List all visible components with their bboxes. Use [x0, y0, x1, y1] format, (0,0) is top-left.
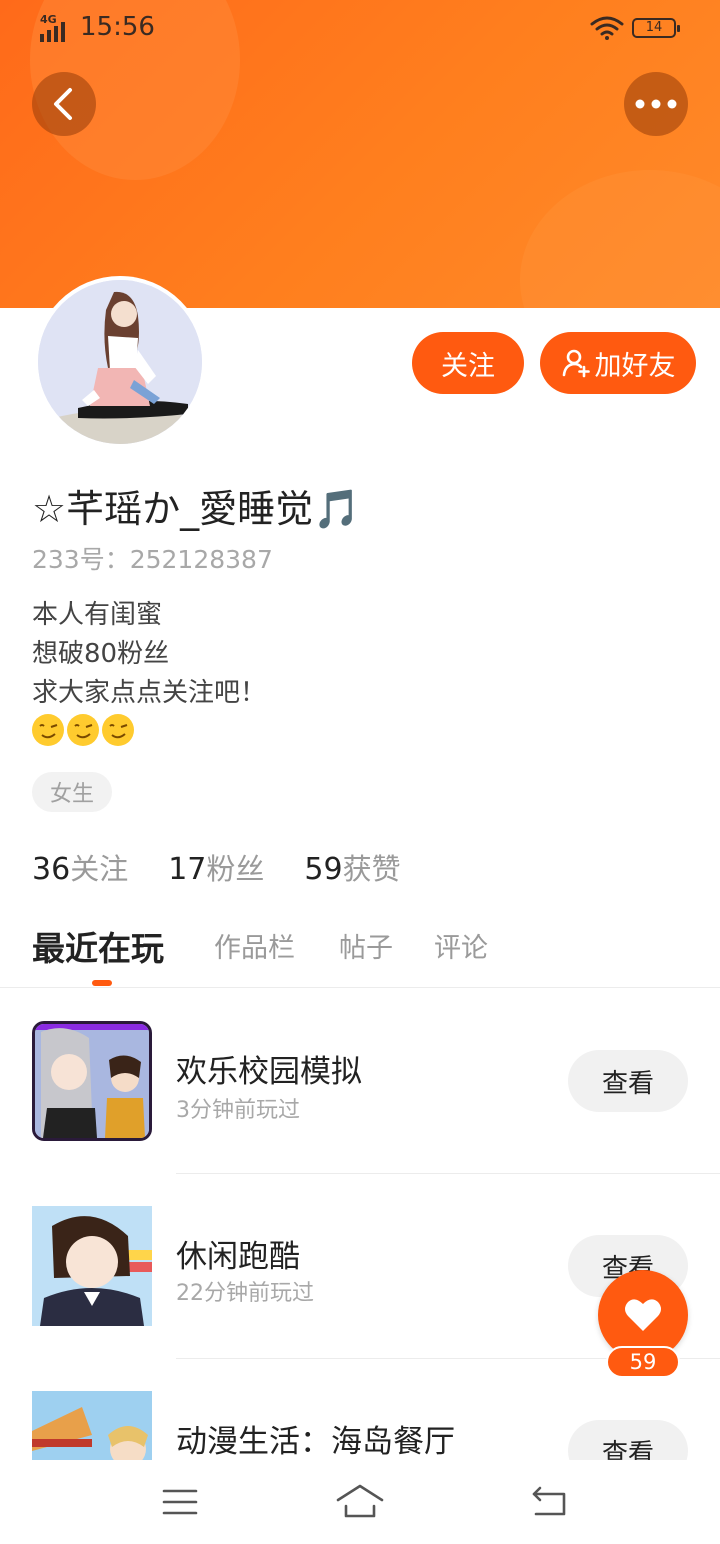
game-thumbnail [32, 1391, 152, 1460]
follow-button[interactable]: 关注 [412, 332, 524, 394]
gender-tag: 女生 [32, 772, 112, 812]
game-played-time: 22分钟前玩过 [176, 1281, 314, 1306]
heart-icon [625, 1299, 661, 1331]
game-thumbnail [32, 1206, 152, 1326]
tab-comments[interactable]: 评论 [434, 926, 488, 965]
following-stat[interactable]: 36关注 [32, 846, 128, 888]
emoji-row [32, 714, 134, 748]
stat-label: 关注 [70, 852, 129, 886]
wink-emoji [67, 714, 99, 746]
tab-recently-played[interactable]: 最近在玩 [32, 922, 164, 970]
network-type: 4G [40, 13, 57, 26]
tab-works[interactable]: 作品栏 [214, 926, 295, 965]
stat-count: 17 [168, 852, 207, 887]
back-button[interactable] [32, 72, 96, 136]
game-thumbnail [32, 1021, 152, 1141]
menu-icon[interactable] [162, 1488, 198, 1516]
status-bar: 4G 15:56 14 [0, 0, 720, 56]
view-button[interactable]: 查看 [568, 1420, 688, 1460]
followers-stat[interactable]: 17粉丝 [168, 846, 264, 888]
wifi-icon [590, 16, 624, 40]
bio-line: 本人有闺蜜 [32, 600, 163, 630]
like-count: 59 [606, 1346, 680, 1378]
wink-emoji [102, 714, 134, 746]
game-title: 动漫生活：海岛餐厅 [176, 1424, 455, 1460]
profile-stats: 36关注 17粉丝 59获赞 [32, 846, 401, 888]
tab-indicator [92, 980, 112, 986]
chevron-left-icon [54, 88, 72, 120]
more-horizontal-icon [635, 99, 677, 109]
avatar-illustration [38, 280, 202, 444]
avatar[interactable] [34, 276, 206, 448]
back-icon[interactable] [530, 1486, 568, 1518]
game-played-time: 3分钟前玩过 [176, 1098, 300, 1123]
game-title: 欢乐校园模拟 [176, 1054, 362, 1090]
add-friend-label: 加好友 [594, 350, 676, 382]
bio: 本人有闺蜜 想破80粉丝 求大家点点关注吧！ [32, 596, 266, 713]
tab-posts[interactable]: 帖子 [339, 926, 393, 965]
list-item[interactable]: 欢乐校园模拟 3分钟前玩过 查看 [0, 990, 720, 1175]
home-icon[interactable] [336, 1484, 384, 1518]
add-user-icon [562, 349, 590, 378]
bio-line: 求大家点点关注吧！ [32, 678, 267, 708]
system-nav-bar [0, 1460, 720, 1544]
wink-emoji [32, 714, 64, 746]
more-button[interactable] [624, 72, 688, 136]
likes-stat[interactable]: 59获赞 [304, 846, 400, 888]
clock: 15:56 [80, 12, 155, 42]
battery-indicator: 14 [632, 18, 680, 38]
stat-count: 59 [304, 852, 343, 887]
username: ☆芊瑶か_愛睡觉🎵 [32, 487, 361, 531]
divider [176, 1173, 720, 1174]
game-title: 休闲跑酷 [176, 1239, 300, 1275]
banner-decoration [520, 170, 720, 308]
bio-line: 想破80粉丝 [32, 639, 170, 669]
stat-label: 获赞 [342, 852, 401, 886]
stat-label: 粉丝 [206, 852, 265, 886]
view-button[interactable]: 查看 [568, 1050, 688, 1112]
add-friend-button[interactable]: 加好友 [540, 332, 696, 394]
user-id: 233号：252128387 [32, 545, 273, 574]
profile-tabs: 最近在玩 作品栏 帖子 评论 [0, 920, 720, 988]
signal-icon: 4G [40, 13, 72, 42]
stat-count: 36 [32, 852, 71, 887]
